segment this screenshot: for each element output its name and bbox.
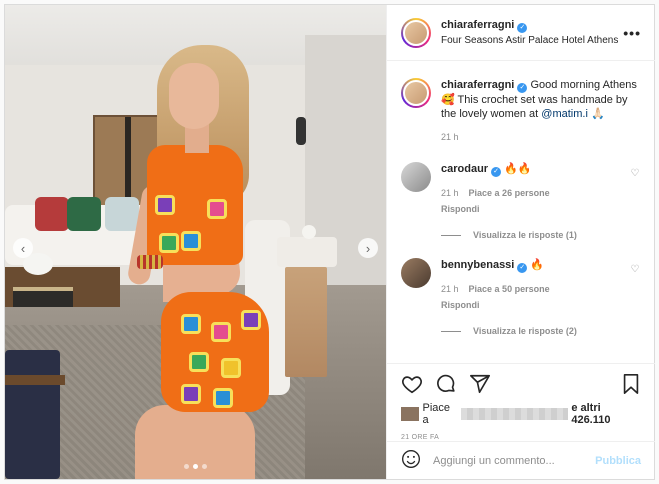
post-actions: Piace a e altri 426.110 21 ORE FA: [387, 363, 655, 441]
carousel-dot-active: [193, 464, 198, 469]
post-timestamp[interactable]: 21 ORE FA: [401, 434, 641, 441]
comment-time[interactable]: 21 h: [441, 186, 459, 200]
bookmark-icon[interactable]: [621, 373, 641, 395]
caption: chiaraferragni ✓ Good morning Athens 🥰 Th…: [401, 78, 641, 144]
comment-likes[interactable]: Piace a 50 persone: [469, 282, 550, 296]
redacted-username: [461, 408, 569, 420]
chevron-left-icon[interactable]: ‹: [13, 238, 33, 258]
likes-summary[interactable]: Piace a e altri 426.110: [401, 402, 641, 426]
view-replies-button[interactable]: Visualizza le risposte (1): [441, 230, 641, 240]
comment-item: bennybenassi ✓ 🔥 21 h Piace a 50 persone …: [401, 258, 641, 312]
comment-time[interactable]: 21 h: [441, 282, 459, 296]
post-header: chiaraferragni ✓ Four Seasons Astir Palac…: [387, 5, 655, 61]
heart-icon[interactable]: ♡: [629, 264, 641, 275]
caption-username[interactable]: chiaraferragni: [441, 79, 514, 91]
carousel-indicator: [5, 464, 386, 469]
comment-icon[interactable]: [435, 373, 457, 395]
comment-item: carodaur ✓ 🔥🔥 21 h Piace a 26 persone Ris…: [401, 162, 641, 216]
location-link[interactable]: Four Seasons Astir Palace Hotel Athens: [441, 35, 623, 46]
heart-icon[interactable]: [401, 373, 423, 395]
verified-badge-icon: ✓: [517, 263, 528, 273]
verified-badge-icon: ✓: [517, 23, 528, 33]
add-comment-bar: Pubblica: [387, 441, 655, 479]
carousel-dot: [184, 464, 189, 469]
post-image[interactable]: ‹ ›: [5, 5, 386, 479]
avatar: [401, 407, 419, 421]
avatar[interactable]: [401, 78, 431, 108]
verified-badge-icon: ✓: [517, 83, 528, 93]
post-side-panel: chiaraferragni ✓ Four Seasons Astir Palac…: [386, 5, 655, 479]
avatar[interactable]: [401, 258, 431, 288]
reply-button[interactable]: Rispondi: [441, 202, 480, 216]
author-username[interactable]: chiaraferragni: [441, 19, 514, 31]
carousel-dot: [202, 464, 207, 469]
comment-likes[interactable]: Piace a 26 persone: [469, 186, 550, 200]
avatar[interactable]: [401, 17, 431, 48]
verified-badge-icon: ✓: [491, 167, 502, 177]
emoji-icon[interactable]: [401, 449, 421, 472]
caption-time[interactable]: 21 h: [441, 130, 459, 144]
comment-username[interactable]: bennybenassi: [441, 259, 514, 271]
comment-text: 🔥: [530, 259, 545, 271]
chevron-right-icon[interactable]: ›: [358, 238, 378, 258]
view-replies-button[interactable]: Visualizza le risposte (2): [441, 326, 641, 336]
avatar[interactable]: [401, 162, 431, 192]
share-icon[interactable]: [469, 373, 491, 395]
comments-list[interactable]: chiaraferragni ✓ Good morning Athens 🥰 Th…: [387, 62, 655, 362]
photo-scene: [5, 5, 386, 479]
more-options-icon[interactable]: •••: [623, 25, 641, 41]
reply-button[interactable]: Rispondi: [441, 298, 480, 312]
post-card: ‹ › chiaraferragni ✓ Four Seasons Astir P…: [4, 4, 655, 480]
publish-button[interactable]: Pubblica: [595, 455, 641, 467]
caption-mention[interactable]: @matim.i: [541, 108, 588, 120]
comment-username[interactable]: carodaur: [441, 163, 488, 175]
caption-emoji: 🙏🏻: [590, 108, 605, 120]
heart-icon[interactable]: ♡: [629, 168, 641, 179]
comment-input[interactable]: [433, 454, 596, 467]
comment-text: 🔥🔥: [504, 163, 532, 175]
